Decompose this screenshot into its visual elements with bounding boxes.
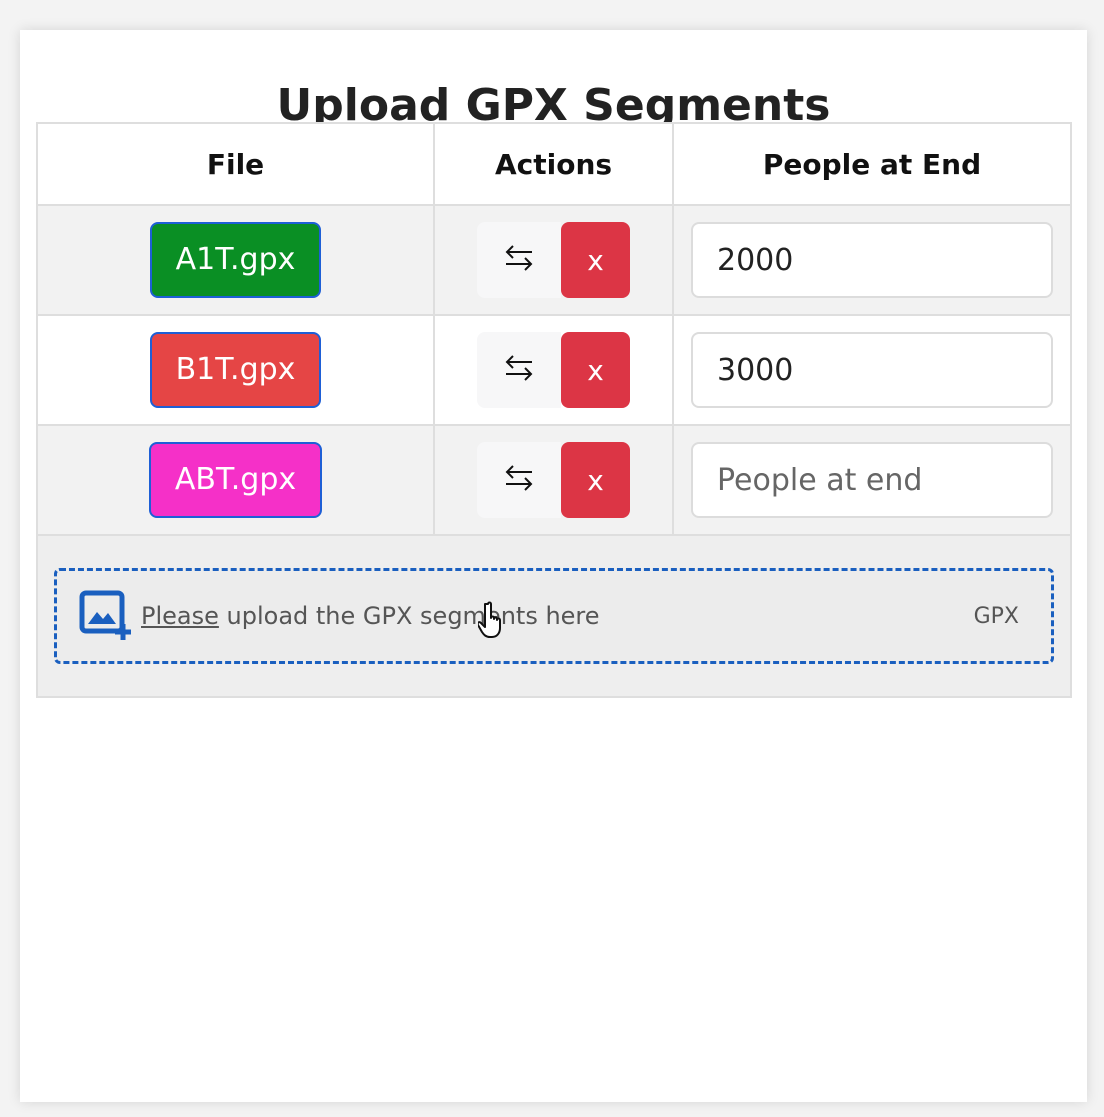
upload-card: Upload GPX Segments File Actions People … <box>20 30 1087 1102</box>
column-header-actions: Actions <box>433 122 674 206</box>
delete-button[interactable]: x <box>561 442 630 518</box>
upload-browse-link[interactable]: Please <box>141 602 219 630</box>
people-cell <box>672 204 1072 316</box>
upload-cell: Please upload the GPX segments here GPX <box>36 534 1072 698</box>
upload-extension-label: GPX <box>973 603 1019 629</box>
file-cell: ABT.gpx <box>36 424 435 536</box>
column-header-people: People at End <box>672 122 1072 206</box>
actions-cell: x <box>433 424 674 536</box>
table-row: B1T.gpx x <box>36 314 1072 426</box>
table-row: ABT.gpx x <box>36 424 1072 536</box>
file-button[interactable]: ABT.gpx <box>148 442 323 518</box>
file-button[interactable]: A1T.gpx <box>149 222 322 298</box>
delete-button[interactable]: x <box>561 222 630 298</box>
swap-arrows-icon <box>502 351 536 389</box>
upload-row: Please upload the GPX segments here GPX <box>36 534 1072 698</box>
people-at-end-input[interactable] <box>691 332 1053 408</box>
file-cell: B1T.gpx <box>36 314 435 426</box>
people-cell <box>672 314 1072 426</box>
swap-arrows-icon <box>502 461 536 499</box>
file-cell: A1T.gpx <box>36 204 435 316</box>
actions-cell: x <box>433 314 674 426</box>
column-header-file: File <box>36 122 435 206</box>
delete-button[interactable]: x <box>561 332 630 408</box>
table-row: A1T.gpx x <box>36 204 1072 316</box>
people-at-end-input[interactable] <box>691 442 1053 518</box>
upload-instructions: Please upload the GPX segments here <box>141 602 974 630</box>
hand-pointer-cursor-icon <box>478 601 501 638</box>
upload-text: upload the GPX segments here <box>218 602 600 630</box>
swap-button[interactable] <box>477 332 561 408</box>
upload-dropzone[interactable]: Please upload the GPX segments here GPX <box>54 568 1054 664</box>
people-at-end-input[interactable] <box>691 222 1053 298</box>
actions-cell: x <box>433 204 674 316</box>
segments-table: File Actions People at End A1T.gpx x 200… <box>36 122 1072 698</box>
swap-button[interactable] <box>477 442 561 518</box>
table-header-row: File Actions People at End <box>36 122 1072 206</box>
file-button[interactable]: B1T.gpx <box>149 332 322 408</box>
swap-arrows-icon <box>502 241 536 279</box>
add-image-icon <box>79 590 135 642</box>
people-cell <box>672 424 1072 536</box>
swap-button[interactable] <box>477 222 561 298</box>
